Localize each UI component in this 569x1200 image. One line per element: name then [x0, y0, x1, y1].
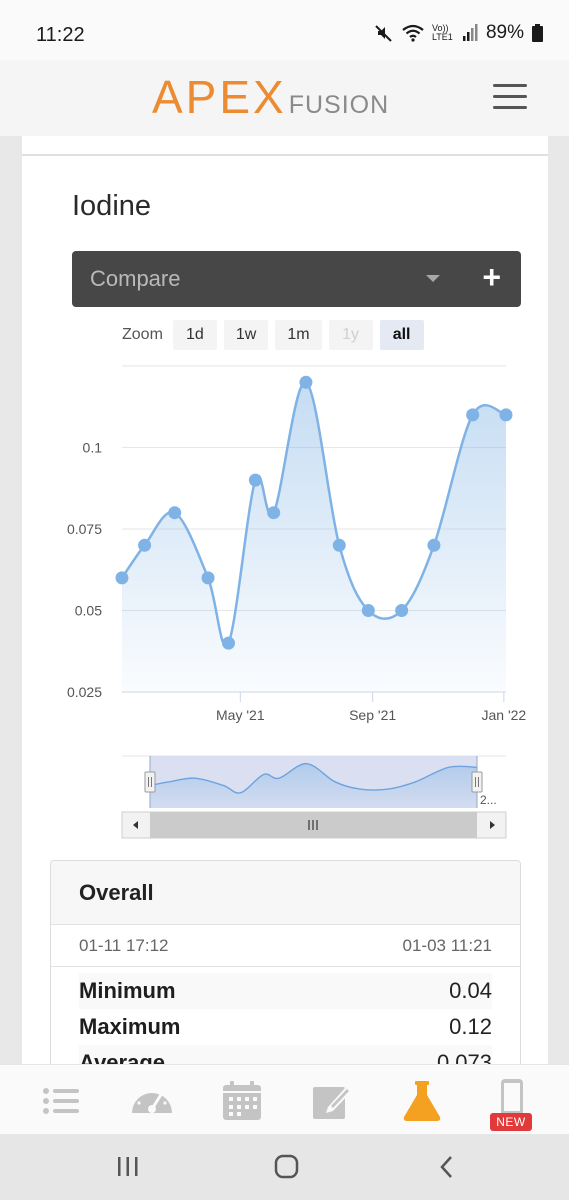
- x-tick-label: May '21: [216, 707, 265, 723]
- calendar-icon[interactable]: [220, 1079, 264, 1123]
- add-compare-button[interactable]: +: [482, 261, 501, 293]
- data-point: [201, 571, 215, 585]
- logo-secondary-text: FUSION: [288, 91, 390, 119]
- stat-row-maximum: Maximum 0.12: [79, 1009, 492, 1045]
- dashboard-gauge-icon[interactable]: [130, 1079, 174, 1123]
- wifi-icon: [402, 24, 424, 42]
- battery-icon: [532, 24, 543, 42]
- mute-icon: [375, 25, 392, 42]
- data-point: [499, 408, 513, 422]
- stat-value: 0.12: [449, 1014, 492, 1039]
- stat-value: 0.073: [436, 1050, 492, 1064]
- recent-apps-icon[interactable]: [108, 1154, 148, 1180]
- zoom-all-button[interactable]: all: [379, 320, 424, 350]
- stats-list: Minimum 0.04 Maximum 0.12 Average 0.073: [51, 967, 520, 1064]
- status-icons: Vo)) LTE1 89%: [374, 22, 543, 44]
- zoom-1w-button[interactable]: 1w: [223, 320, 269, 350]
- iodine-chart[interactable]: 0.025 0.05 0.075 0.1 May '21 Sep '21 Jan '22 2.…: [22, 356, 548, 846]
- data-point: [267, 506, 281, 520]
- stat-row-average: Average 0.073: [79, 1045, 492, 1064]
- system-nav-bar: [0, 1134, 569, 1200]
- edit-note-icon[interactable]: [310, 1079, 354, 1123]
- zoom-1d-button[interactable]: 1d: [172, 320, 217, 350]
- list-icon[interactable]: [40, 1079, 84, 1123]
- y-tick-label: 0.075: [67, 521, 102, 537]
- overall-date-range: 01-11 17:12 01-03 11:21: [51, 925, 520, 967]
- y-tick-label: 0.1: [83, 440, 103, 456]
- x-tick-label: Sep '21: [349, 707, 396, 723]
- page-title: Iodine: [72, 190, 152, 222]
- range-end: 01-03 11:21: [402, 935, 492, 955]
- data-point: [248, 473, 262, 487]
- x-tick-label: Jan '22: [481, 707, 526, 723]
- divider: [22, 154, 548, 156]
- compare-placeholder: Compare: [90, 266, 181, 291]
- navigator-right-handle[interactable]: [471, 771, 483, 793]
- data-point: [115, 571, 129, 585]
- bottom-tab-bar: [0, 1064, 569, 1134]
- flask-icon[interactable]: [400, 1079, 444, 1123]
- stat-label: Minimum: [79, 978, 176, 1003]
- data-point: [466, 408, 480, 422]
- stat-label: Average: [79, 1050, 166, 1064]
- data-point: [395, 604, 409, 617]
- zoom-label: Zoom: [122, 326, 163, 343]
- series-area: [122, 382, 506, 692]
- zoom-controls: Zoom 1d 1w 1m 1y all: [122, 320, 424, 350]
- data-point: [332, 538, 346, 552]
- compare-dropdown[interactable]: Compare +: [72, 251, 521, 307]
- stat-row-minimum: Minimum 0.04: [79, 973, 492, 1009]
- zoom-1m-button[interactable]: 1m: [275, 320, 322, 350]
- overall-title: Overall: [51, 861, 520, 925]
- overall-panel: Overall 01-11 17:12 01-03 11:21 Minimum …: [50, 860, 521, 1064]
- network-label: Vo)) LTE1: [431, 23, 453, 42]
- main-content: Iodine Compare + Zoom 1d 1w 1m 1y all 0.…: [22, 136, 548, 1064]
- status-time: 11:22: [36, 24, 85, 46]
- apex-fusion-logo[interactable]: APEX FUSION: [152, 74, 389, 120]
- battery-percent: 89%: [485, 22, 524, 43]
- data-point: [361, 604, 375, 617]
- y-tick-label: 0.05: [75, 603, 102, 619]
- range-start: 01-11 17:12: [79, 935, 169, 955]
- data-point: [221, 636, 235, 650]
- hamburger-menu-icon[interactable]: [493, 84, 527, 110]
- data-point: [168, 506, 182, 520]
- logo-primary-text: APEX: [152, 71, 287, 123]
- data-point: [299, 375, 313, 389]
- back-icon[interactable]: [426, 1154, 466, 1180]
- stat-label: Maximum: [79, 1014, 181, 1039]
- y-tick-label: 0.025: [67, 684, 102, 700]
- chevron-down-icon[interactable]: [426, 275, 440, 282]
- stat-value: 0.04: [449, 978, 492, 1003]
- signal-icon: [462, 24, 478, 41]
- navigator-label: 2...: [480, 793, 497, 807]
- zoom-1y-button: 1y: [328, 320, 373, 350]
- home-icon[interactable]: [266, 1154, 306, 1180]
- status-bar: 11:22 Vo)) LTE1 89%: [0, 0, 569, 60]
- app-header: APEX FUSION: [0, 60, 569, 136]
- navigator-left-handle[interactable]: [144, 771, 156, 793]
- data-point: [138, 538, 152, 552]
- chart-svg[interactable]: 0.025 0.05 0.075 0.1 May '21 Sep '21 Jan '22 2.…: [22, 356, 548, 846]
- new-badge: NEW: [490, 1113, 532, 1131]
- data-point: [427, 538, 441, 552]
